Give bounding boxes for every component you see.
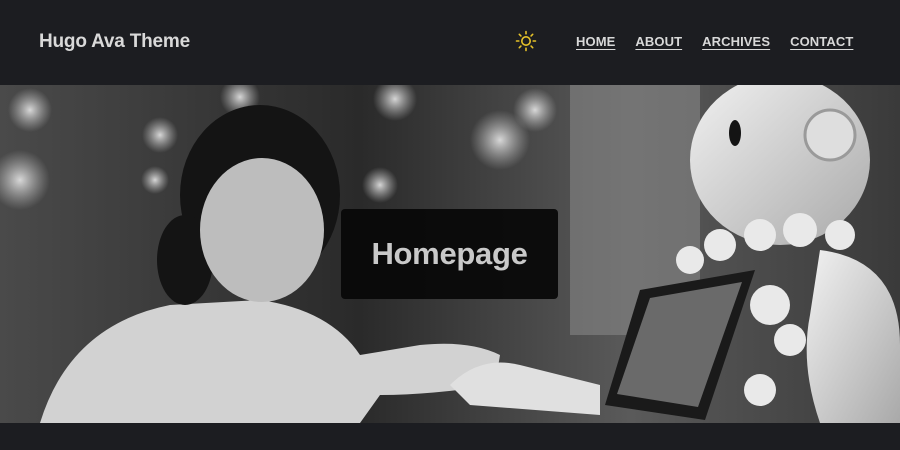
site-title-link[interactable]: Hugo Ava Theme	[39, 31, 190, 53]
site-header: Hugo Ava Theme HOME ABOUT ARCHIVES CONTA…	[0, 0, 900, 85]
main-nav: HOME ABOUT ARCHIVES CONTACT	[576, 34, 853, 49]
nav-home-link[interactable]: HOME	[576, 34, 615, 49]
nav-about-link[interactable]: ABOUT	[635, 34, 682, 49]
sun-icon[interactable]	[515, 30, 537, 52]
hero-title-box: Homepage	[341, 209, 558, 299]
page-title: Homepage	[371, 236, 528, 271]
hero-banner: Homepage	[0, 85, 900, 423]
content-area	[0, 423, 900, 450]
nav-archives-link[interactable]: ARCHIVES	[702, 34, 770, 49]
nav-contact-link[interactable]: CONTACT	[790, 34, 853, 49]
